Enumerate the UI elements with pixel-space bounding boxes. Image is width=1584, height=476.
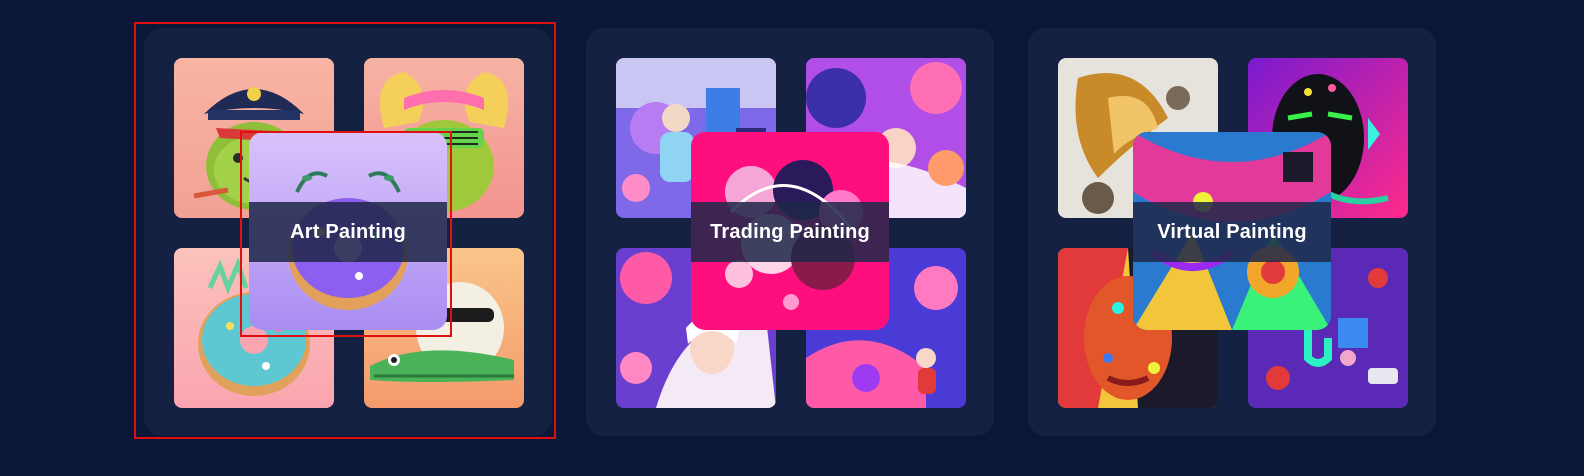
category-card-virtual-painting[interactable]: Virtual Painting [1028, 28, 1436, 436]
category-title: Art Painting [290, 220, 406, 243]
category-title: Trading Painting [710, 220, 870, 243]
category-card-trading-painting[interactable]: Trading Painting [586, 28, 994, 436]
category-label-band[interactable]: Art Painting [249, 202, 447, 262]
category-title: Virtual Painting [1157, 220, 1307, 243]
category-card-art-painting[interactable]: Art Painting [144, 28, 552, 436]
category-label-band[interactable]: Virtual Painting [1133, 202, 1331, 262]
category-label-band[interactable]: Trading Painting [691, 202, 889, 262]
